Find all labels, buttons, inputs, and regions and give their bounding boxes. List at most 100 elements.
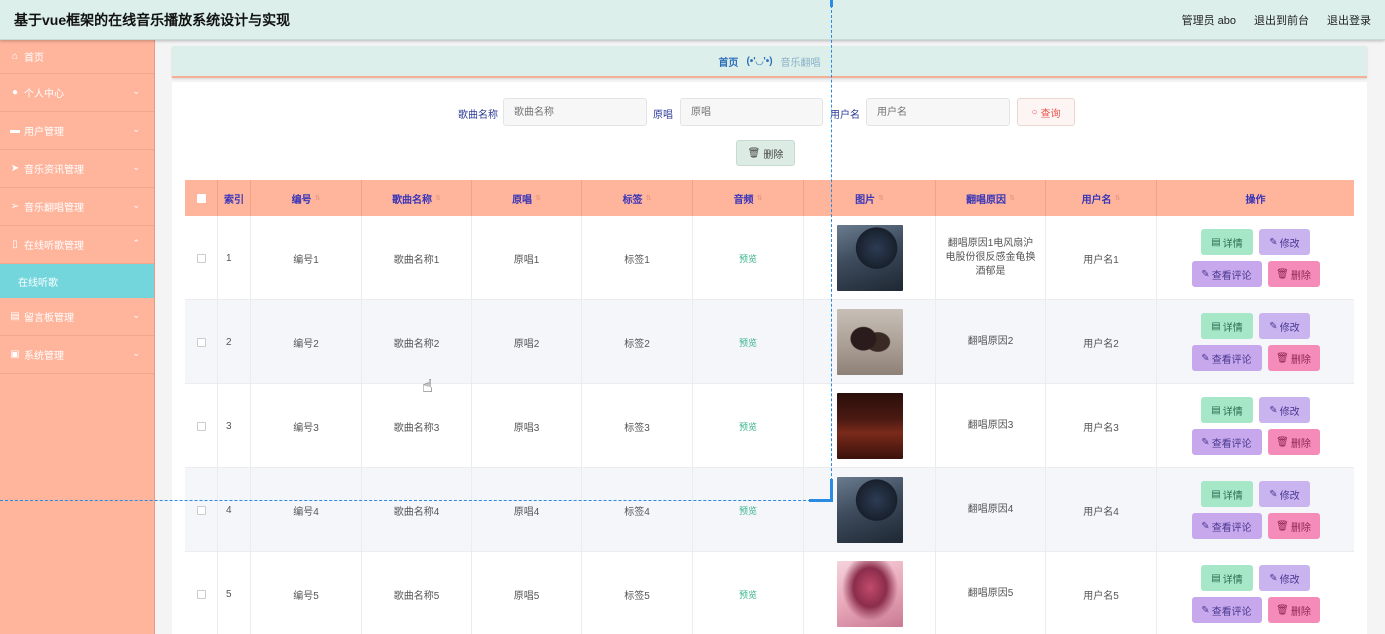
cell-index: 3: [218, 384, 251, 468]
view-comments-button[interactable]: ✎ 查看评论: [1191, 345, 1262, 371]
home-icon: ⌂: [11, 51, 19, 62]
sidebar-item-home[interactable]: ⌂ 首页: [0, 40, 154, 74]
sidebar-item-online-listening[interactable]: ▯ 在线听歌管理 ⌃: [0, 226, 154, 264]
table-header: 索引 编号 ⇅ 歌曲名称 ⇅ 原唱 ⇅ 标签 ⇅ 音频 ⇅ 图片 ⇅ 翻唱原因 ⇅ 用户名 ⇅ …: [185, 180, 1354, 216]
sidebar-subitem-online-songs[interactable]: 在线听歌: [0, 264, 154, 298]
audio-preview-link[interactable]: 预览: [739, 420, 757, 433]
view-comments-button[interactable]: ✎ 查看评论: [1191, 513, 1262, 539]
pencil-icon: ✎: [1269, 572, 1278, 584]
view-comments-button[interactable]: ✎ 查看评论: [1191, 429, 1262, 455]
col-code[interactable]: 编号 ⇅: [251, 180, 362, 216]
data-table: 索引 编号 ⇅ 歌曲名称 ⇅ 原唱 ⇅ 标签 ⇅ 音频 ⇅ 图片 ⇅ 翻唱原因 ⇅ 用户名 ⇅ …: [185, 180, 1354, 634]
cell-index: 4: [218, 468, 251, 552]
edit-button[interactable]: ✎ 修改: [1259, 229, 1310, 255]
sidebar-item-system-management[interactable]: ▣ 系统管理 ⌄: [0, 336, 154, 374]
cell-original: 原唱4: [472, 468, 582, 552]
capture-guide-corner: [809, 479, 833, 502]
cell-username: 用户名5: [1046, 552, 1157, 634]
original-singer-input[interactable]: [680, 98, 823, 126]
edit-button[interactable]: ✎ 修改: [1259, 397, 1310, 423]
sidebar-item-message-board[interactable]: ▤ 留言板管理 ⌄: [0, 298, 154, 336]
col-original[interactable]: 原唱 ⇅: [472, 180, 582, 216]
detail-button[interactable]: ▤ 详情: [1201, 481, 1253, 507]
chevron-down-icon: ⌄: [132, 124, 140, 134]
cell-username: 用户名3: [1046, 384, 1157, 468]
edit-button[interactable]: ✎ 修改: [1259, 481, 1310, 507]
col-audio[interactable]: 音频 ⇅: [693, 180, 804, 216]
audio-preview-link[interactable]: 预览: [739, 588, 757, 601]
sidebar-item-music-cover[interactable]: ➢ 音乐翻唱管理 ⌄: [0, 188, 154, 226]
row-checkbox[interactable]: [196, 253, 206, 263]
cell-cover-reason: 翻唱原因3: [967, 420, 1014, 431]
sidebar-item-label: 系统管理: [24, 351, 64, 362]
sidebar-item-music-news[interactable]: ➤ 音乐资讯管理 ⌄: [0, 150, 154, 188]
cell-username: 用户名1: [1046, 216, 1157, 300]
trash-icon: 🗑: [1276, 436, 1289, 448]
search-form: 歌曲名称 原唱 用户名 ○ 查询: [172, 98, 1367, 126]
delete-button[interactable]: 🗑 删除: [1267, 429, 1320, 455]
row-checkbox[interactable]: [196, 589, 206, 599]
logout-link[interactable]: 退出登录: [1327, 12, 1371, 28]
cell-original: 原唱1: [472, 216, 582, 300]
sidebar-item-label: 音乐资讯管理: [24, 165, 84, 176]
exit-to-front-link[interactable]: 退出到前台: [1254, 12, 1309, 28]
delete-button[interactable]: 🗑 删除: [1267, 345, 1320, 371]
row-checkbox[interactable]: [196, 421, 206, 431]
cover-image: [836, 225, 903, 291]
col-tag[interactable]: 标签 ⇅: [582, 180, 693, 216]
delete-button[interactable]: 🗑 删除: [1267, 261, 1320, 287]
delete-button[interactable]: 🗑 删除: [1267, 513, 1320, 539]
cell-code: 编号1: [251, 216, 362, 300]
document-icon: ▤: [1211, 236, 1221, 248]
audio-preview-link[interactable]: 预览: [739, 336, 757, 349]
sidebar-item-user-management[interactable]: ▬ 用户管理 ⌄: [0, 112, 154, 150]
batch-delete-button[interactable]: 🗑 删除: [736, 140, 795, 166]
sidebar-item-label: 个人中心: [24, 89, 64, 100]
cover-image: [836, 393, 903, 459]
chevron-down-icon: ⌄: [132, 348, 140, 358]
delete-button[interactable]: 🗑 删除: [1267, 597, 1320, 623]
col-cover-reason[interactable]: 翻唱原因 ⇅: [936, 180, 1046, 216]
row-checkbox[interactable]: [196, 505, 206, 515]
capture-guide-vertical: [831, 0, 832, 501]
breadcrumb-home[interactable]: 首页: [718, 54, 738, 69]
cell-tag: 标签2: [582, 300, 693, 384]
col-song-name[interactable]: 歌曲名称 ⇅: [362, 180, 472, 216]
edit-button[interactable]: ✎ 修改: [1259, 313, 1310, 339]
search-icon: ○: [1031, 106, 1038, 118]
briefcase-icon: ▣: [10, 349, 20, 360]
document-icon: ▤: [1211, 404, 1221, 416]
view-comments-button[interactable]: ✎ 查看评论: [1191, 597, 1262, 623]
col-image[interactable]: 图片 ⇅: [804, 180, 936, 216]
detail-button[interactable]: ▤ 详情: [1201, 313, 1253, 339]
hand-cursor-icon: ☝: [422, 376, 433, 396]
edit-button[interactable]: ✎ 修改: [1259, 565, 1310, 591]
audio-preview-link[interactable]: 预览: [739, 252, 757, 265]
col-username[interactable]: 用户名 ⇅: [1046, 180, 1157, 216]
detail-button[interactable]: ▤ 详情: [1201, 565, 1253, 591]
cell-tag: 标签4: [582, 468, 693, 552]
table-row: 2 编号2 歌曲名称2 原唱2 标签2 预览 翻唱原因2 用户名2 ▤ 详情 ✎ 修…: [185, 300, 1354, 384]
select-all-checkbox[interactable]: [196, 193, 206, 203]
sidebar-item-label: 音乐翻唱管理: [24, 203, 84, 214]
username-input[interactable]: [866, 98, 1010, 126]
sort-icon: ⇅: [435, 195, 441, 202]
row-checkbox[interactable]: [196, 337, 206, 347]
view-comments-button[interactable]: ✎ 查看评论: [1191, 261, 1262, 287]
audio-preview-link[interactable]: 预览: [739, 504, 757, 517]
sidebar-item-personal-center[interactable]: ● 个人中心 ⌄: [0, 74, 154, 112]
detail-button[interactable]: ▤ 详情: [1201, 229, 1253, 255]
breadcrumb-separator: (•'◡'•): [746, 55, 773, 67]
document-icon: ▤: [1211, 320, 1221, 332]
song-name-input[interactable]: [503, 98, 647, 126]
detail-button[interactable]: ▤ 详情: [1201, 397, 1253, 423]
cell-song-name: 歌曲名称5: [362, 552, 472, 634]
clipboard-icon: ▤: [10, 311, 20, 322]
sort-icon: ⇅: [314, 195, 321, 202]
pencil-icon: ✎: [1201, 436, 1210, 448]
table-row: 4 编号4 歌曲名称4 原唱4 标签4 预览 翻唱原因4 用户名4 ▤ 详情 ✎ 修…: [185, 468, 1354, 552]
cell-tag: 标签5: [582, 552, 693, 634]
query-button[interactable]: ○ 查询: [1017, 98, 1075, 126]
phone-icon: ▯: [12, 239, 18, 250]
cell-song-name: 歌曲名称1: [362, 216, 472, 300]
